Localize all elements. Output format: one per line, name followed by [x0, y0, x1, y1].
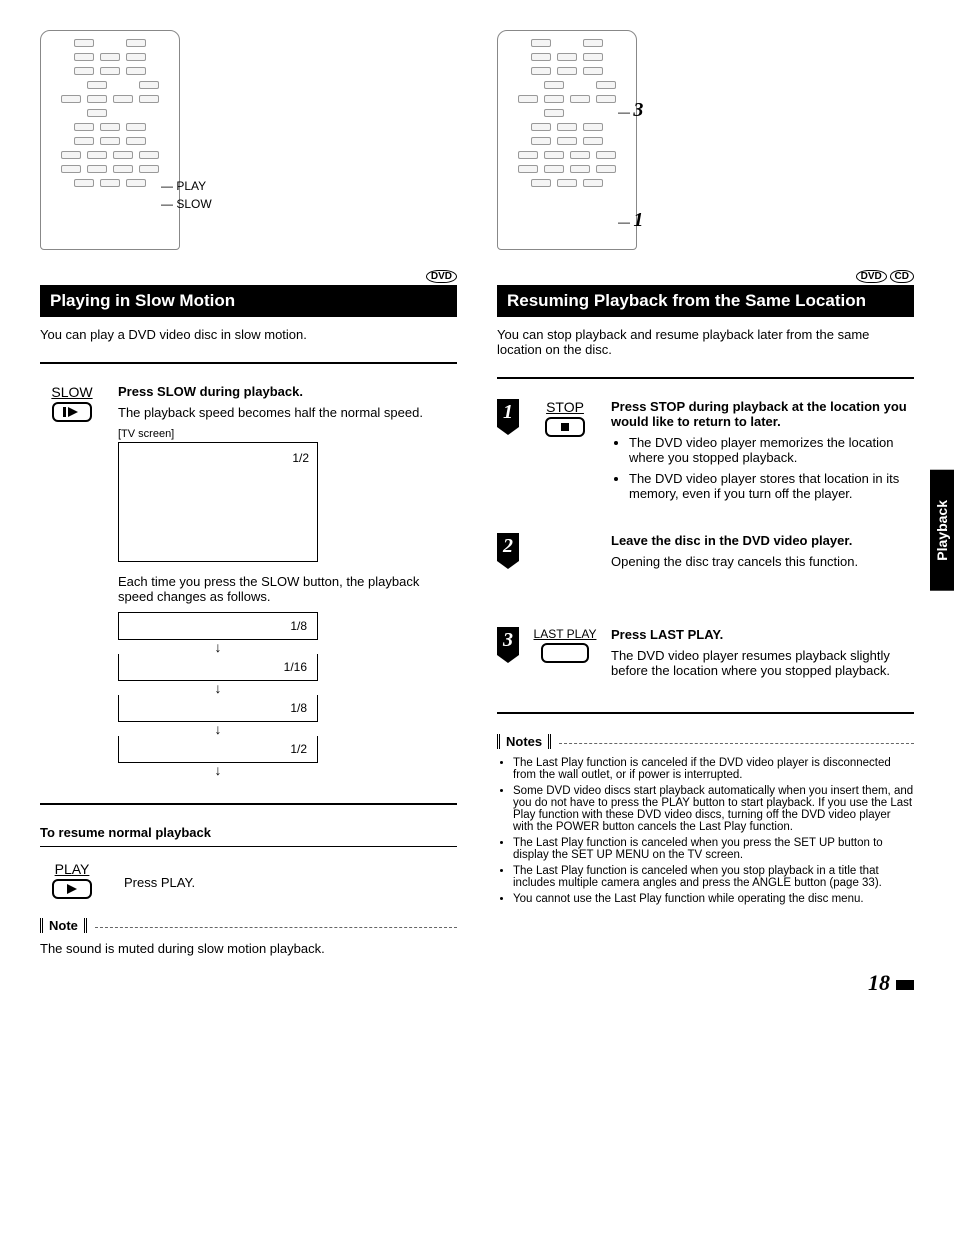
- callout-slow: — SLOW: [161, 197, 212, 211]
- stop-button-label: STOP: [533, 399, 597, 415]
- step-1-bullet-2: The DVD video player stores that locatio…: [629, 471, 914, 501]
- stop-button-icon: [545, 417, 585, 437]
- notes-list: The Last Play function is canceled if th…: [497, 757, 914, 905]
- right-column: — 3 — 1 DVD CD Resuming Playback from th…: [497, 30, 914, 956]
- step-3: 3 LAST PLAY Press LAST PLAY. The DVD vid…: [497, 627, 914, 686]
- left-column: — PLAY — SLOW DVD Playing in Slow Motion…: [40, 30, 457, 956]
- slow-button-icon: [52, 402, 92, 422]
- heading-slow-motion: Playing in Slow Motion: [40, 285, 457, 317]
- note-5: You cannot use the Last Play function wh…: [513, 893, 914, 905]
- disc-badges-right: DVD CD: [497, 270, 914, 283]
- note-label-left: Note: [40, 918, 87, 933]
- step-1-title: Press STOP during playback at the locati…: [611, 399, 914, 429]
- step-2-number: 2: [497, 533, 519, 561]
- step-2-text: Opening the disc tray cancels this funct…: [611, 554, 914, 569]
- heading-resuming: Resuming Playback from the Same Location: [497, 285, 914, 317]
- resume-row: PLAY Press PLAY.: [40, 861, 457, 902]
- step-1-bullet-1: The DVD video player memorizes the locat…: [629, 435, 914, 465]
- step-slow: SLOW Press SLOW during playback. The pla…: [40, 384, 457, 777]
- page-number: 18: [868, 970, 914, 996]
- step-3-number: 3: [497, 627, 519, 655]
- step-2: 2 Leave the disc in the DVD video player…: [497, 533, 914, 577]
- resume-heading: To resume normal playback: [40, 825, 457, 840]
- remote-diagram-right: — 3 — 1: [497, 30, 637, 250]
- note-3: The Last Play function is canceled when …: [513, 837, 914, 861]
- play-button-icon: [52, 879, 92, 899]
- note-text-left: The sound is muted during slow motion pl…: [40, 941, 457, 956]
- notes-label-right: Notes: [497, 734, 551, 749]
- resume-text: Press PLAY.: [124, 861, 195, 890]
- callout-1: — 1: [618, 209, 643, 232]
- remote-diagram-left: — PLAY — SLOW: [40, 30, 180, 250]
- play-button-label: PLAY: [40, 861, 104, 877]
- step-1-number: 1: [497, 399, 519, 427]
- disc-badges-left: DVD: [40, 270, 457, 283]
- tv-screen: 1/2: [118, 442, 318, 562]
- step-2-title: Leave the disc in the DVD video player.: [611, 533, 914, 548]
- slow-button-label: SLOW: [40, 384, 104, 400]
- step-1: 1 STOP Press STOP during playback at the…: [497, 399, 914, 507]
- intro-slow-motion: You can play a DVD video disc in slow mo…: [40, 327, 457, 342]
- note-4: The Last Play function is canceled when …: [513, 865, 914, 889]
- callout-play: — PLAY: [161, 179, 206, 193]
- intro-resuming: You can stop playback and resume playbac…: [497, 327, 914, 357]
- callout-3: — 3: [618, 99, 643, 122]
- lastplay-button-label: LAST PLAY: [533, 627, 597, 641]
- step-slow-text1: The playback speed becomes half the norm…: [118, 405, 457, 420]
- step-slow-text2: Each time you press the SLOW button, the…: [118, 574, 457, 604]
- step-3-text: The DVD video player resumes playback sl…: [611, 648, 914, 678]
- tv-screen-label: [TV screen]: [118, 428, 457, 440]
- step-slow-title: Press SLOW during playback.: [118, 384, 457, 399]
- note-1: The Last Play function is canceled if th…: [513, 757, 914, 781]
- step-3-title: Press LAST PLAY.: [611, 627, 914, 642]
- speed-diagram: 1/8 ↓ 1/16 ↓ 1/8 ↓ 1/2 ↓: [118, 612, 318, 775]
- note-2: Some DVD video discs start playback auto…: [513, 785, 914, 833]
- lastplay-button-icon: [541, 643, 589, 663]
- side-tab-playback: Playback: [930, 470, 954, 591]
